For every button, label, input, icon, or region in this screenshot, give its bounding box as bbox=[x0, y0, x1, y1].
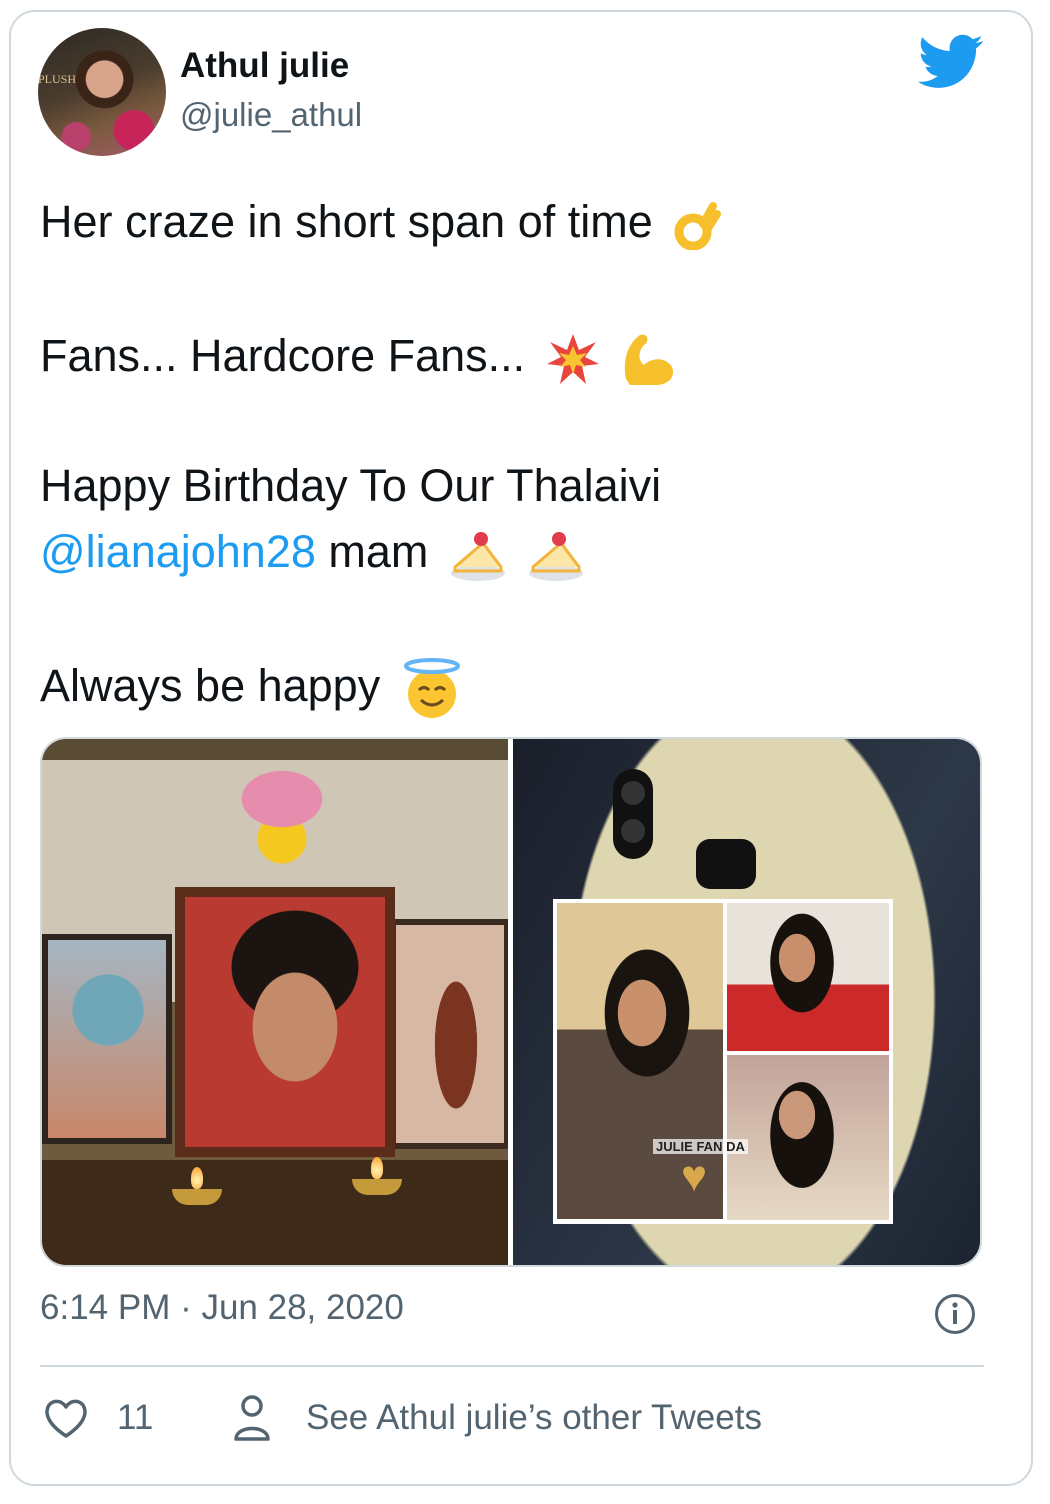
tweet-text-line-4-suffix: mam bbox=[328, 526, 429, 577]
like-count[interactable]: 11 bbox=[117, 1398, 153, 1438]
avatar-watermark: PLUSH bbox=[38, 72, 77, 86]
author-name[interactable]: Athul julie bbox=[180, 46, 349, 86]
media-grid: JULIE FAN DA ♥ bbox=[40, 737, 982, 1267]
frame-center-portrait bbox=[175, 887, 395, 1157]
person-icon[interactable] bbox=[232, 1393, 272, 1443]
smiling-face-with-halo-icon bbox=[403, 658, 460, 718]
fingerprint-sensor bbox=[696, 839, 756, 889]
tweet-line-5: Always be happy bbox=[40, 658, 463, 720]
see-other-tweets-link[interactable]: See Athul julie’s other Tweets bbox=[306, 1398, 762, 1438]
photo-shrine[interactable] bbox=[42, 739, 510, 1265]
heart-icon[interactable] bbox=[42, 1396, 90, 1440]
shortcake-icon bbox=[529, 532, 584, 582]
tweet-line-3: Happy Birthday To Our Thalaivi bbox=[40, 460, 662, 511]
photo-collage: JULIE FAN DA ♥ bbox=[553, 899, 893, 1224]
frame-right bbox=[390, 919, 510, 1149]
tweet-text-line-1: Her craze in short span of time bbox=[40, 196, 653, 247]
tweet-line-1: Her craze in short span of time bbox=[40, 196, 722, 251]
tweet-line-2: Fans... Hardcore Fans... bbox=[40, 330, 678, 387]
mention-link[interactable]: @lianajohn28 bbox=[40, 526, 316, 577]
photo-phone-case[interactable]: JULIE FAN DA ♥ bbox=[513, 739, 980, 1265]
lamp bbox=[352, 1157, 402, 1195]
heart-sticker: ♥ bbox=[681, 1152, 708, 1201]
collage-photo bbox=[727, 903, 889, 1051]
flexed-biceps-icon bbox=[624, 334, 674, 386]
collage-photo bbox=[727, 1055, 889, 1220]
tweet-line-4: @lianajohn28 mam bbox=[40, 526, 585, 583]
ok-hand-icon bbox=[674, 202, 722, 251]
tweet-text-line-2: Fans... Hardcore Fans... bbox=[40, 330, 526, 381]
info-icon[interactable] bbox=[934, 1293, 976, 1335]
twitter-bird-icon[interactable] bbox=[918, 34, 984, 90]
avatar[interactable]: PLUSH bbox=[38, 28, 166, 156]
collision-icon bbox=[546, 334, 599, 385]
tweet-text-line-5: Always be happy bbox=[40, 659, 381, 711]
frame-left bbox=[42, 934, 172, 1144]
footer-divider bbox=[40, 1365, 984, 1367]
author-handle[interactable]: @julie_athul bbox=[180, 96, 362, 134]
shortcake-icon bbox=[450, 532, 505, 582]
phone-camera bbox=[613, 769, 653, 859]
tweet-timestamp[interactable]: 6:14 PM · Jun 28, 2020 bbox=[40, 1288, 404, 1328]
lamp bbox=[172, 1167, 222, 1205]
